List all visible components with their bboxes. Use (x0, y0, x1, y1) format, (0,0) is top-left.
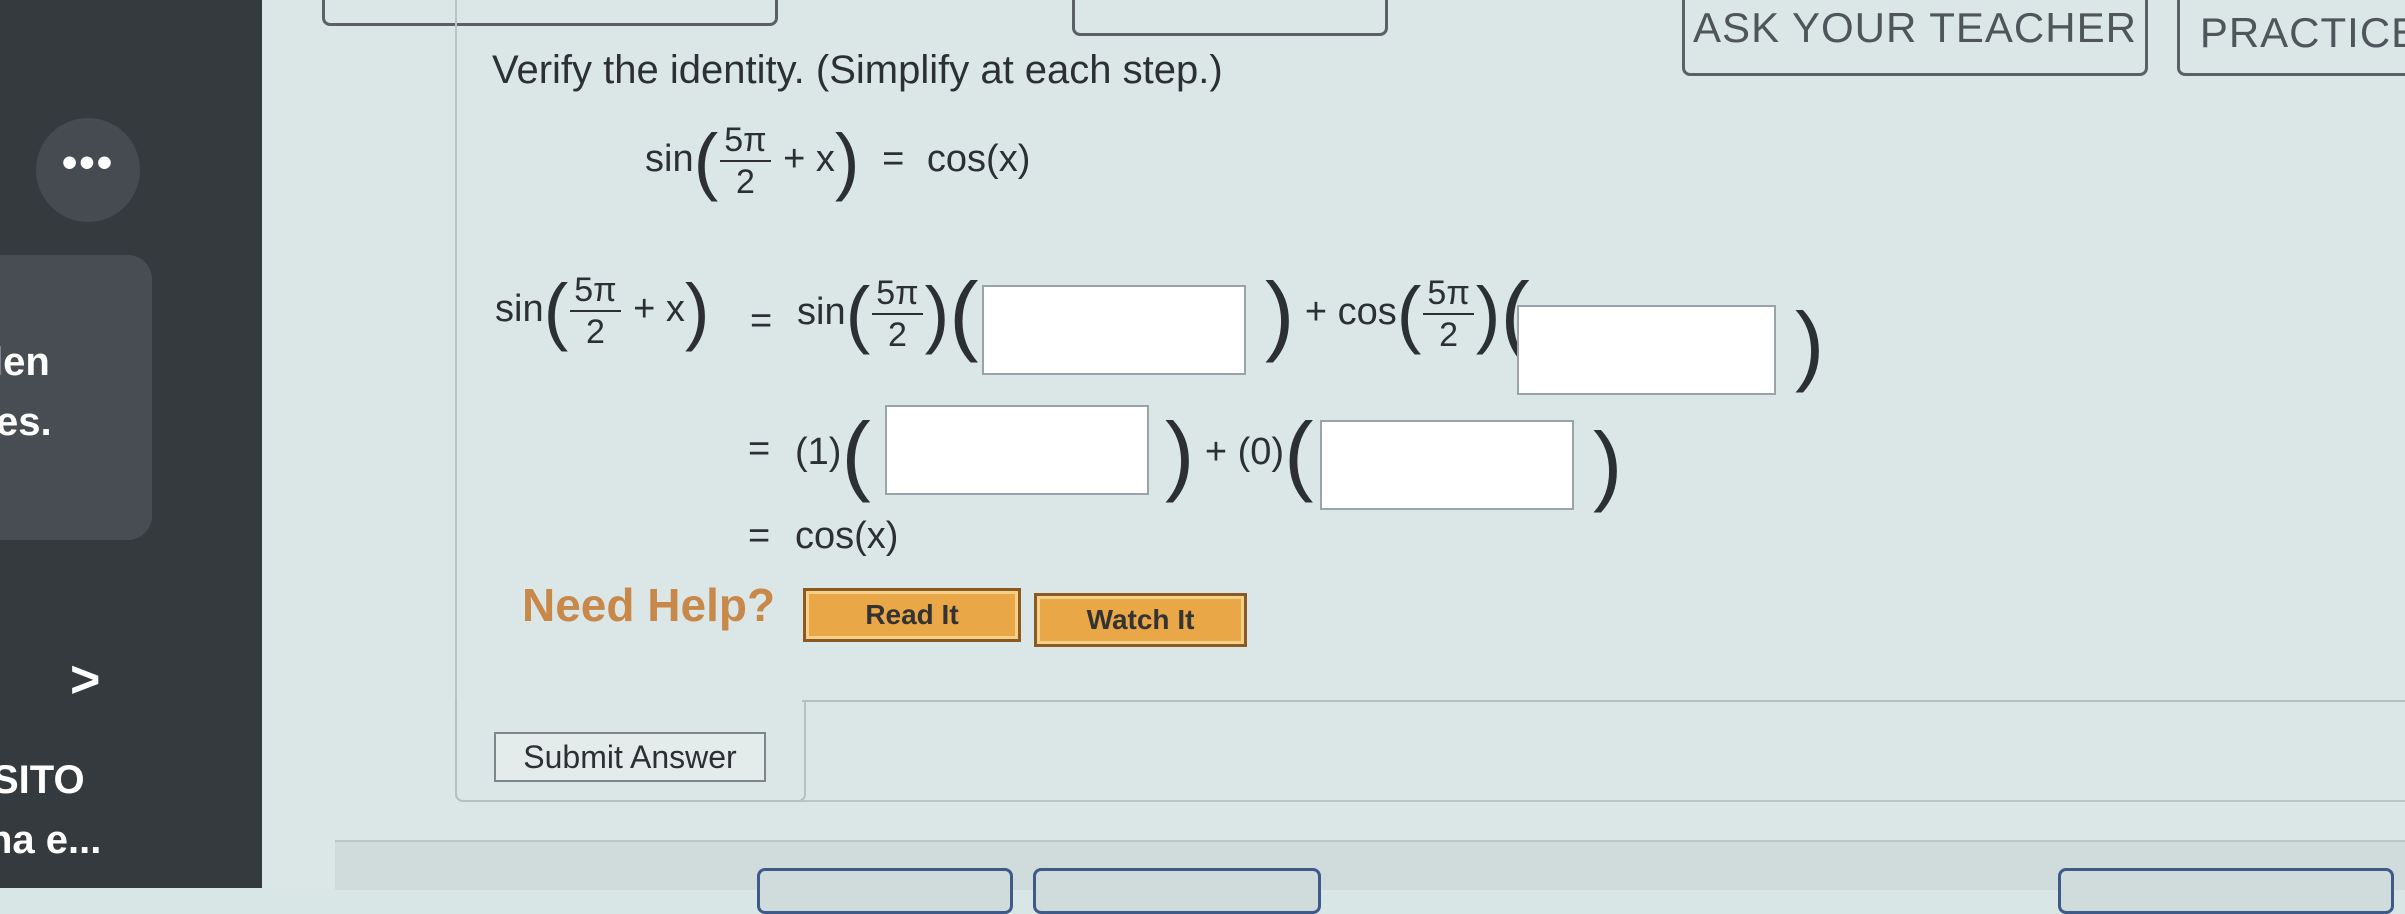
identity-equation: sin(5π 2 + x) = cos(x) (645, 119, 1031, 202)
closing-paren: ) (1593, 414, 1623, 513)
step2-equals: = (748, 428, 771, 470)
sidebar-text-line: na e... (0, 818, 102, 862)
sidebar-text-line: len (0, 340, 50, 384)
watch-it-button[interactable]: Watch It (1034, 593, 1247, 647)
chevron-right-icon[interactable]: > (70, 650, 100, 710)
answer-box-4[interactable] (1320, 420, 1574, 510)
step1-term1: sin(5π 2)( (797, 264, 979, 363)
more-options-button[interactable]: ••• (36, 118, 140, 222)
step3-result: cos(x) (795, 515, 899, 557)
sidebar-text-line: es. (0, 400, 52, 444)
closing-paren: ) (1795, 294, 1825, 393)
footer-button[interactable] (2058, 868, 2394, 914)
sidebar: ••• len es. > SITO na e... (0, 0, 262, 888)
submit-answer-button[interactable]: Submit Answer (494, 732, 766, 782)
step1-equals: = (750, 300, 773, 342)
answer-box-1[interactable] (982, 285, 1246, 375)
fraction: 5π 2 (720, 120, 771, 202)
sin-function: sin (645, 138, 694, 181)
answer-box-3[interactable] (885, 405, 1149, 495)
step1-lhs: sin(5π 2 + x) (495, 269, 710, 352)
divider (802, 700, 2405, 702)
need-help-label: Need Help? (522, 579, 776, 631)
step2-coef1: (1)( (795, 404, 871, 503)
step3-equals: = (748, 515, 771, 557)
step2-coef2: ) + (0)( (1165, 404, 1314, 503)
question-instruction: Verify the identity. (Simplify at each s… (492, 48, 1223, 92)
footer-button[interactable] (1033, 868, 1321, 914)
read-it-button[interactable]: Read It (803, 588, 1021, 642)
sidebar-card[interactable] (0, 255, 152, 540)
sidebar-text-line: SITO (0, 758, 85, 802)
step1-term2: ) + cos(5π 2)( (1265, 264, 1530, 363)
answer-box-2[interactable] (1517, 305, 1776, 395)
footer-button[interactable] (757, 868, 1013, 914)
identity-rhs: cos(x) (926, 138, 1031, 181)
